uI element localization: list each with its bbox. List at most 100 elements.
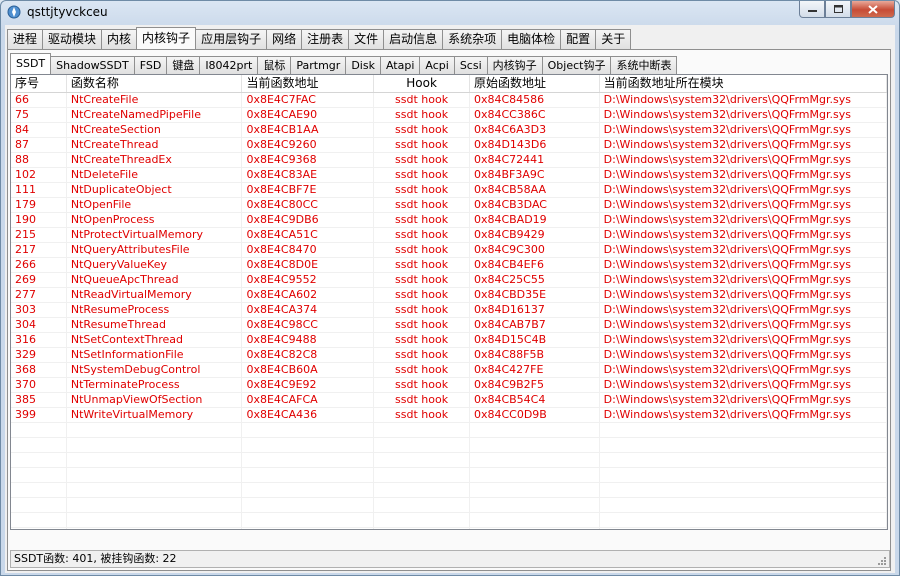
empty-row: [11, 513, 887, 528]
main-tab-0[interactable]: 进程: [7, 29, 44, 49]
table-row[interactable]: 217 NtQueryAttributesFile 0x8E4C8470 ssdt h…: [11, 243, 887, 258]
sub-tab-5[interactable]: 鼠标: [257, 56, 292, 74]
table-row[interactable]: 266 NtQueryValueKey 0x8E4C8D0E ssdt hook 0x8…: [11, 258, 887, 273]
sub-tab-7[interactable]: Disk: [345, 56, 381, 74]
column-header-5[interactable]: 当前函数地址所在模块: [600, 75, 887, 92]
table-cell: 0x8E4C82C8: [242, 348, 375, 362]
minimize-button[interactable]: [799, 1, 825, 18]
table-cell: ssdt hook: [374, 378, 470, 392]
empty-row: [11, 483, 887, 498]
table-cell: ssdt hook: [374, 258, 470, 272]
close-button[interactable]: [851, 1, 895, 18]
table-cell: 0x84CB54C4: [470, 393, 600, 407]
table-row[interactable]: 88 NtCreateThreadEx 0x8E4C9368 ssdt hook 0x8…: [11, 153, 887, 168]
column-header-3[interactable]: Hook: [374, 75, 470, 92]
table-row[interactable]: 87 NtCreateThread 0x8E4C9260 ssdt hook 0x84D…: [11, 138, 887, 153]
table-cell: D:\Windows\system32\drivers\QQFrmMgr.sys: [600, 213, 887, 227]
table-cell: 0x84CB58AA: [470, 183, 600, 197]
table-cell: 0x84D143D6: [470, 138, 600, 152]
main-tab-6[interactable]: 注册表: [301, 29, 350, 49]
table-cell: 0x8E4CA51C: [242, 228, 375, 242]
column-header-4[interactable]: 原始函数地址: [470, 75, 600, 92]
empty-cell: [242, 423, 375, 437]
table-row[interactable]: 75 NtCreateNamedPipeFile 0x8E4CAE90 ssdt ho…: [11, 108, 887, 123]
column-header-0[interactable]: 序号: [11, 75, 67, 92]
sub-tab-1[interactable]: ShadowSSDT: [50, 56, 135, 74]
ssdt-list[interactable]: 序号 函数名称 当前函数地址 Hook 原始函数地址 当前函数地址所在模块 66 NtCre…: [10, 74, 888, 530]
table-row[interactable]: 399 NtWriteVirtualMemory 0x8E4CA436 ssdt ho…: [11, 408, 887, 423]
table-cell: 111: [11, 183, 67, 197]
table-row[interactable]: 304 NtResumeThread 0x8E4C98CC ssdt hook 0x84…: [11, 318, 887, 333]
table-cell: 0x8E4C9488: [242, 333, 375, 347]
sub-tab-4[interactable]: I8042prt: [199, 56, 259, 74]
main-tab-7[interactable]: 文件: [348, 29, 385, 49]
main-tab-4[interactable]: 应用层钩子: [195, 29, 268, 49]
sub-tab-0[interactable]: SSDT: [10, 53, 52, 74]
table-cell: D:\Windows\system32\drivers\QQFrmMgr.sys: [600, 333, 887, 347]
sub-tab-9[interactable]: Acpi: [419, 56, 455, 74]
table-cell: ssdt hook: [374, 288, 470, 302]
table-cell: ssdt hook: [374, 123, 470, 137]
main-tab-12[interactable]: 关于: [595, 29, 632, 49]
table-row[interactable]: 215 NtProtectVirtualMemory 0x8E4CA51C ssdt …: [11, 228, 887, 243]
sub-tab-11[interactable]: 内核钩子: [486, 56, 543, 74]
table-cell: D:\Windows\system32\drivers\QQFrmMgr.sys: [600, 363, 887, 377]
maximize-button[interactable]: [825, 1, 851, 18]
sub-tab-13[interactable]: 系统中断表: [610, 56, 678, 74]
table-cell: D:\Windows\system32\drivers\QQFrmMgr.sys: [600, 318, 887, 332]
empty-cell: [374, 498, 470, 512]
empty-cell: [470, 468, 600, 482]
empty-cell: [600, 513, 887, 527]
empty-cell: [242, 483, 375, 497]
table-cell: 0x84C9B2F5: [470, 378, 600, 392]
table-cell: 266: [11, 258, 67, 272]
table-cell: 0x8E4C83AE: [242, 168, 375, 182]
table-cell: ssdt hook: [374, 198, 470, 212]
empty-cell: [374, 483, 470, 497]
resize-grip-icon[interactable]: [877, 556, 887, 566]
table-row[interactable]: 111 NtDuplicateObject 0x8E4CBF7E ssdt hook 0…: [11, 183, 887, 198]
table-row[interactable]: 368 NtSystemDebugControl 0x8E4CB60A ssdt ho…: [11, 363, 887, 378]
table-row[interactable]: 329 NtSetInformationFile 0x8E4C82C8 ssdt ho…: [11, 348, 887, 363]
client-area: 进程 驱动模块 内核 内核钩子 应用层钩子 网络 注册表 文件 启动信息 系统杂项 电脑体检 配置 关于…: [5, 25, 895, 573]
sub-tab-12[interactable]: Object钩子: [541, 56, 612, 74]
table-row[interactable]: 66 NtCreateFile 0x8E4C7FAC ssdt hook 0x84C84…: [11, 93, 887, 108]
table-row[interactable]: 179 NtOpenFile 0x8E4C80CC ssdt hook 0x84CB3D…: [11, 198, 887, 213]
sub-tab-10[interactable]: Scsi: [453, 56, 488, 74]
table-row[interactable]: 102 NtDeleteFile 0x8E4C83AE ssdt hook 0x84BF…: [11, 168, 887, 183]
main-tab-8[interactable]: 启动信息: [383, 29, 444, 49]
table-cell: ssdt hook: [374, 243, 470, 257]
table-row[interactable]: 370 NtTerminateProcess 0x8E4C9E92 ssdt hook…: [11, 378, 887, 393]
main-tab-9[interactable]: 系统杂项: [442, 29, 503, 49]
table-row[interactable]: 303 NtResumeProcess 0x8E4CA374 ssdt hook 0x8…: [11, 303, 887, 318]
table-row[interactable]: 385 NtUnmapViewOfSection 0x8E4CAFCA ssdt ho…: [11, 393, 887, 408]
sub-tab-6[interactable]: Partmgr: [290, 56, 347, 74]
main-tab-5[interactable]: 网络: [266, 29, 303, 49]
main-tab-11[interactable]: 配置: [560, 29, 597, 49]
main-tab-1[interactable]: 驱动模块: [42, 29, 103, 49]
table-cell: ssdt hook: [374, 183, 470, 197]
sub-tab-2[interactable]: FSD: [133, 56, 168, 74]
main-tab-10[interactable]: 电脑体检: [501, 29, 562, 49]
sub-tab-3[interactable]: 键盘: [166, 56, 201, 74]
column-header-2[interactable]: 当前函数地址: [242, 75, 375, 92]
table-cell: 0x8E4CB1AA: [242, 123, 375, 137]
table-row[interactable]: 84 NtCreateSection 0x8E4CB1AA ssdt hook 0x84…: [11, 123, 887, 138]
title-bar[interactable]: qsttjtyvckceu: [1, 1, 899, 25]
column-header-1[interactable]: 函数名称: [67, 75, 243, 92]
sub-tab-8[interactable]: Atapi: [379, 56, 421, 74]
table-cell: D:\Windows\system32\drivers\QQFrmMgr.sys: [600, 243, 887, 257]
table-row[interactable]: 190 NtOpenProcess 0x8E4C9DB6 ssdt hook 0x84C…: [11, 213, 887, 228]
main-tab-2[interactable]: 内核: [101, 29, 138, 49]
table-cell: NtResumeProcess: [67, 303, 243, 317]
maximize-icon: [833, 5, 843, 13]
table-cell: D:\Windows\system32\drivers\QQFrmMgr.sys: [600, 123, 887, 137]
table-row[interactable]: 269 NtQueueApcThread 0x8E4C9552 ssdt hook 0x…: [11, 273, 887, 288]
table-row[interactable]: 277 NtReadVirtualMemory 0x8E4CA602 ssdt hoo…: [11, 288, 887, 303]
table-row[interactable]: 316 NtSetContextThread 0x8E4C9488 ssdt hook…: [11, 333, 887, 348]
main-tab-3[interactable]: 内核钩子: [136, 27, 197, 49]
empty-cell: [470, 513, 600, 527]
table-cell: 66: [11, 93, 67, 107]
empty-row: [11, 423, 887, 438]
table-cell: 370: [11, 378, 67, 392]
